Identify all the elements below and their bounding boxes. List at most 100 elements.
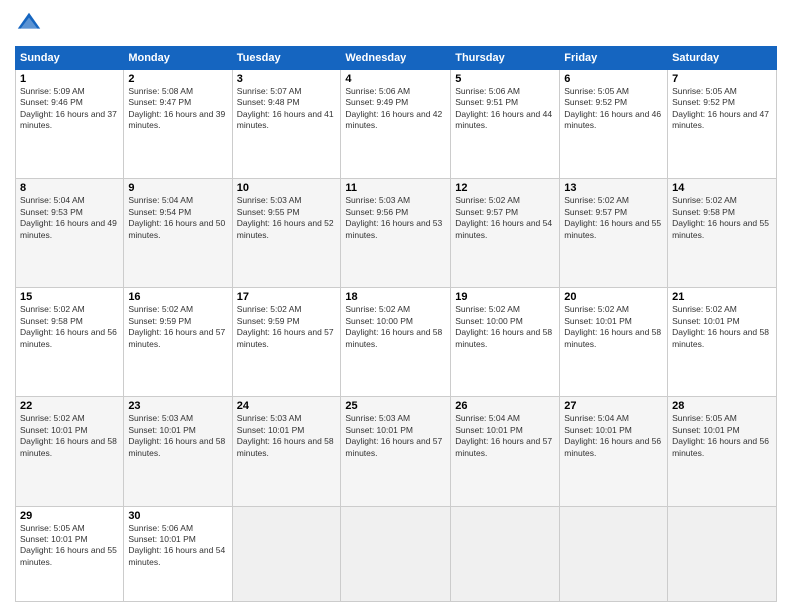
day-info: Sunrise: 5:02 AM Sunset: 10:00 PM Daylig… [345, 304, 446, 350]
col-header-wednesday: Wednesday [341, 47, 451, 70]
day-info: Sunrise: 5:08 AM Sunset: 9:47 PM Dayligh… [128, 86, 227, 132]
day-cell: 28Sunrise: 5:05 AM Sunset: 10:01 PM Dayl… [668, 397, 777, 506]
day-cell: 6Sunrise: 5:05 AM Sunset: 9:52 PM Daylig… [560, 70, 668, 179]
day-cell: 26Sunrise: 5:04 AM Sunset: 10:01 PM Dayl… [451, 397, 560, 506]
day-info: Sunrise: 5:03 AM Sunset: 9:56 PM Dayligh… [345, 195, 446, 241]
week-row-5: 29Sunrise: 5:05 AM Sunset: 10:01 PM Dayl… [16, 506, 777, 602]
day-number: 29 [20, 510, 119, 522]
day-number: 26 [455, 400, 555, 412]
logo-icon [15, 10, 43, 38]
day-number: 6 [564, 73, 663, 85]
day-cell: 12Sunrise: 5:02 AM Sunset: 9:57 PM Dayli… [451, 179, 560, 288]
day-info: Sunrise: 5:03 AM Sunset: 10:01 PM Daylig… [345, 413, 446, 459]
day-cell: 14Sunrise: 5:02 AM Sunset: 9:58 PM Dayli… [668, 179, 777, 288]
day-info: Sunrise: 5:02 AM Sunset: 9:57 PM Dayligh… [564, 195, 663, 241]
day-number: 24 [237, 400, 337, 412]
page: SundayMondayTuesdayWednesdayThursdayFrid… [0, 0, 792, 612]
day-number: 11 [345, 182, 446, 194]
col-header-monday: Monday [124, 47, 232, 70]
day-cell [668, 506, 777, 602]
day-cell [341, 506, 451, 602]
day-cell: 30Sunrise: 5:06 AM Sunset: 10:01 PM Dayl… [124, 506, 232, 602]
col-header-saturday: Saturday [668, 47, 777, 70]
day-cell: 17Sunrise: 5:02 AM Sunset: 9:59 PM Dayli… [232, 288, 341, 397]
day-info: Sunrise: 5:05 AM Sunset: 9:52 PM Dayligh… [672, 86, 772, 132]
day-number: 7 [672, 73, 772, 85]
day-cell: 23Sunrise: 5:03 AM Sunset: 10:01 PM Dayl… [124, 397, 232, 506]
day-info: Sunrise: 5:06 AM Sunset: 9:51 PM Dayligh… [455, 86, 555, 132]
day-number: 20 [564, 291, 663, 303]
col-header-friday: Friday [560, 47, 668, 70]
day-number: 8 [20, 182, 119, 194]
day-number: 12 [455, 182, 555, 194]
day-info: Sunrise: 5:04 AM Sunset: 9:53 PM Dayligh… [20, 195, 119, 241]
day-cell: 2Sunrise: 5:08 AM Sunset: 9:47 PM Daylig… [124, 70, 232, 179]
day-info: Sunrise: 5:07 AM Sunset: 9:48 PM Dayligh… [237, 86, 337, 132]
day-cell: 4Sunrise: 5:06 AM Sunset: 9:49 PM Daylig… [341, 70, 451, 179]
day-number: 4 [345, 73, 446, 85]
week-row-4: 22Sunrise: 5:02 AM Sunset: 10:01 PM Dayl… [16, 397, 777, 506]
day-info: Sunrise: 5:02 AM Sunset: 9:57 PM Dayligh… [455, 195, 555, 241]
day-cell: 19Sunrise: 5:02 AM Sunset: 10:00 PM Dayl… [451, 288, 560, 397]
day-info: Sunrise: 5:04 AM Sunset: 10:01 PM Daylig… [564, 413, 663, 459]
header [15, 10, 777, 38]
day-number: 2 [128, 73, 227, 85]
day-number: 14 [672, 182, 772, 194]
day-info: Sunrise: 5:03 AM Sunset: 9:55 PM Dayligh… [237, 195, 337, 241]
day-cell: 25Sunrise: 5:03 AM Sunset: 10:01 PM Dayl… [341, 397, 451, 506]
day-cell: 3Sunrise: 5:07 AM Sunset: 9:48 PM Daylig… [232, 70, 341, 179]
week-row-3: 15Sunrise: 5:02 AM Sunset: 9:58 PM Dayli… [16, 288, 777, 397]
week-row-1: 1Sunrise: 5:09 AM Sunset: 9:46 PM Daylig… [16, 70, 777, 179]
day-info: Sunrise: 5:09 AM Sunset: 9:46 PM Dayligh… [20, 86, 119, 132]
day-number: 17 [237, 291, 337, 303]
day-number: 9 [128, 182, 227, 194]
day-info: Sunrise: 5:02 AM Sunset: 10:01 PM Daylig… [20, 413, 119, 459]
day-cell: 20Sunrise: 5:02 AM Sunset: 10:01 PM Dayl… [560, 288, 668, 397]
day-number: 18 [345, 291, 446, 303]
day-cell: 7Sunrise: 5:05 AM Sunset: 9:52 PM Daylig… [668, 70, 777, 179]
day-cell: 13Sunrise: 5:02 AM Sunset: 9:57 PM Dayli… [560, 179, 668, 288]
day-number: 28 [672, 400, 772, 412]
day-info: Sunrise: 5:02 AM Sunset: 10:00 PM Daylig… [455, 304, 555, 350]
day-cell: 16Sunrise: 5:02 AM Sunset: 9:59 PM Dayli… [124, 288, 232, 397]
day-info: Sunrise: 5:03 AM Sunset: 10:01 PM Daylig… [128, 413, 227, 459]
logo [15, 10, 47, 38]
week-row-2: 8Sunrise: 5:04 AM Sunset: 9:53 PM Daylig… [16, 179, 777, 288]
day-info: Sunrise: 5:05 AM Sunset: 9:52 PM Dayligh… [564, 86, 663, 132]
day-info: Sunrise: 5:04 AM Sunset: 9:54 PM Dayligh… [128, 195, 227, 241]
day-cell: 22Sunrise: 5:02 AM Sunset: 10:01 PM Dayl… [16, 397, 124, 506]
day-info: Sunrise: 5:02 AM Sunset: 10:01 PM Daylig… [564, 304, 663, 350]
day-number: 23 [128, 400, 227, 412]
day-cell: 5Sunrise: 5:06 AM Sunset: 9:51 PM Daylig… [451, 70, 560, 179]
day-number: 15 [20, 291, 119, 303]
day-number: 21 [672, 291, 772, 303]
day-cell: 24Sunrise: 5:03 AM Sunset: 10:01 PM Dayl… [232, 397, 341, 506]
day-cell: 8Sunrise: 5:04 AM Sunset: 9:53 PM Daylig… [16, 179, 124, 288]
day-cell [451, 506, 560, 602]
day-info: Sunrise: 5:06 AM Sunset: 9:49 PM Dayligh… [345, 86, 446, 132]
day-number: 19 [455, 291, 555, 303]
day-info: Sunrise: 5:02 AM Sunset: 10:01 PM Daylig… [672, 304, 772, 350]
day-cell: 15Sunrise: 5:02 AM Sunset: 9:58 PM Dayli… [16, 288, 124, 397]
day-cell: 11Sunrise: 5:03 AM Sunset: 9:56 PM Dayli… [341, 179, 451, 288]
col-header-sunday: Sunday [16, 47, 124, 70]
day-number: 3 [237, 73, 337, 85]
day-cell: 1Sunrise: 5:09 AM Sunset: 9:46 PM Daylig… [16, 70, 124, 179]
day-cell: 9Sunrise: 5:04 AM Sunset: 9:54 PM Daylig… [124, 179, 232, 288]
day-number: 30 [128, 510, 227, 522]
day-number: 25 [345, 400, 446, 412]
day-cell [232, 506, 341, 602]
day-cell [560, 506, 668, 602]
day-info: Sunrise: 5:03 AM Sunset: 10:01 PM Daylig… [237, 413, 337, 459]
day-number: 1 [20, 73, 119, 85]
day-cell: 10Sunrise: 5:03 AM Sunset: 9:55 PM Dayli… [232, 179, 341, 288]
day-cell: 18Sunrise: 5:02 AM Sunset: 10:00 PM Dayl… [341, 288, 451, 397]
day-info: Sunrise: 5:04 AM Sunset: 10:01 PM Daylig… [455, 413, 555, 459]
day-number: 22 [20, 400, 119, 412]
day-number: 13 [564, 182, 663, 194]
calendar-header-row: SundayMondayTuesdayWednesdayThursdayFrid… [16, 47, 777, 70]
day-number: 10 [237, 182, 337, 194]
day-info: Sunrise: 5:05 AM Sunset: 10:01 PM Daylig… [20, 523, 119, 569]
day-cell: 29Sunrise: 5:05 AM Sunset: 10:01 PM Dayl… [16, 506, 124, 602]
col-header-thursday: Thursday [451, 47, 560, 70]
